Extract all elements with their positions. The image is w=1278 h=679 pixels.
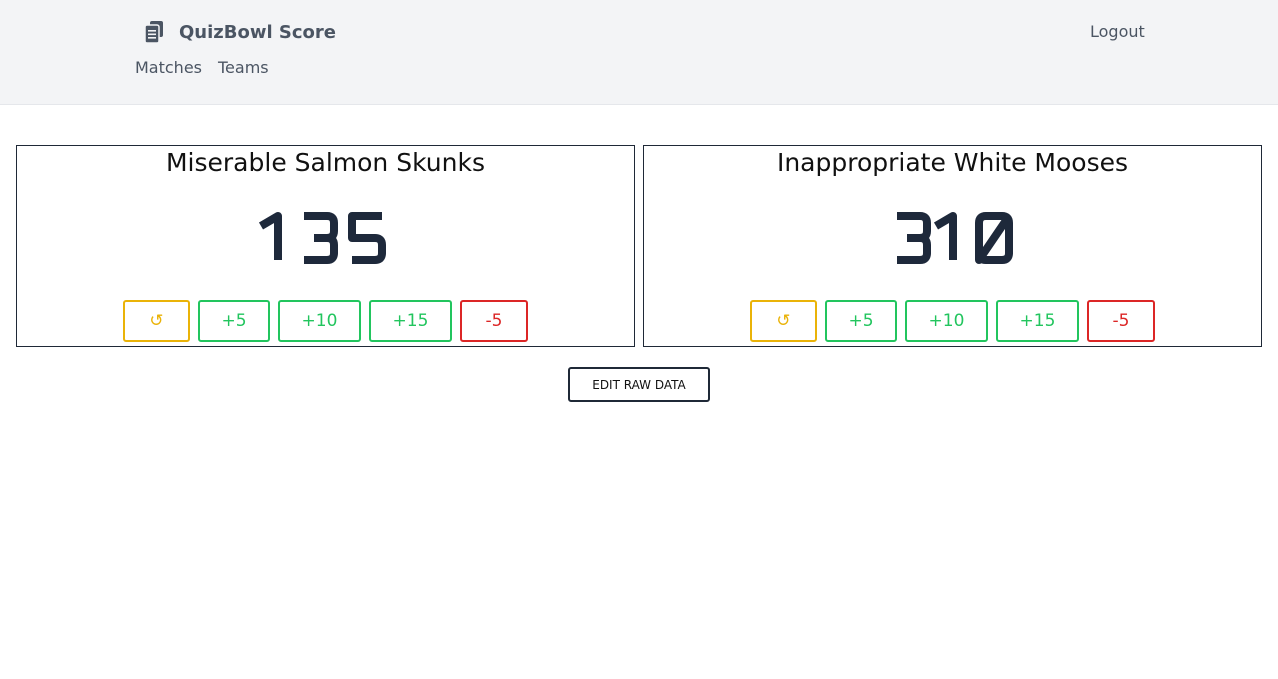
- minus-5-button[interactable]: -5: [1087, 300, 1155, 342]
- app-title: QuizBowl Score: [179, 21, 336, 43]
- brand[interactable]: QuizBowl Score: [143, 19, 336, 45]
- score-buttons: ↺ +5 +10 +15 -5: [644, 300, 1261, 342]
- nav-links: Matches Teams: [135, 58, 269, 77]
- score-digit: [974, 212, 1013, 264]
- team-panel-1: Miserable Salmon Skunks ↺ +5 +10 +15 -5: [16, 145, 635, 347]
- team-score: [644, 198, 1261, 278]
- team-name: Inappropriate White Mooses: [776, 148, 1129, 177]
- score-digit: [303, 212, 338, 264]
- score-digit: [258, 212, 282, 260]
- team-panel-2: Inappropriate White Mooses ↺ +5 +10 +15 …: [643, 145, 1262, 347]
- plus-5-button[interactable]: +5: [198, 300, 270, 342]
- nav-link-teams[interactable]: Teams: [218, 58, 269, 77]
- clipboard-copy-icon: [143, 20, 165, 44]
- team-score: [17, 198, 634, 278]
- edit-raw-data-button[interactable]: EDIT RAW DATA: [568, 367, 710, 402]
- undo-button[interactable]: ↺: [123, 300, 190, 342]
- nav-link-matches[interactable]: Matches: [135, 58, 202, 77]
- score-digit: [896, 212, 931, 264]
- plus-10-button[interactable]: +10: [278, 300, 361, 342]
- plus-15-button[interactable]: +15: [996, 300, 1079, 342]
- plus-15-button[interactable]: +15: [369, 300, 452, 342]
- team-name: Miserable Salmon Skunks: [165, 148, 485, 177]
- undo-button[interactable]: ↺: [750, 300, 817, 342]
- navbar: QuizBowl Score Logout Matches Teams: [0, 0, 1278, 105]
- score-digit: [347, 212, 386, 264]
- score-buttons: ↺ +5 +10 +15 -5: [17, 300, 634, 342]
- minus-5-button[interactable]: -5: [460, 300, 528, 342]
- score-digit: [933, 212, 957, 260]
- plus-5-button[interactable]: +5: [825, 300, 897, 342]
- logout-link[interactable]: Logout: [1090, 22, 1145, 41]
- plus-10-button[interactable]: +10: [905, 300, 988, 342]
